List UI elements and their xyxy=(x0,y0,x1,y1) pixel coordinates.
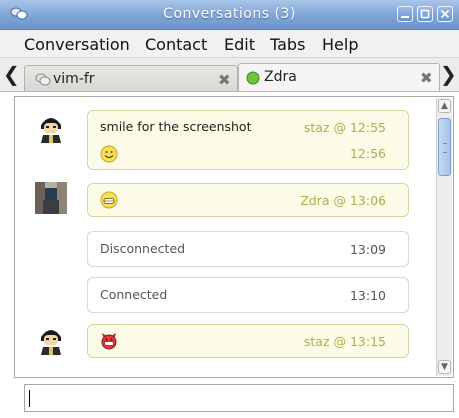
message-text: smile for the screenshot xyxy=(100,119,252,134)
scroll-down-icon[interactable]: ▼ xyxy=(438,360,451,374)
tab-close-icon[interactable]: ✖ xyxy=(218,71,231,89)
tab-scroll-right-icon[interactable]: ❯ xyxy=(440,63,457,85)
tab-scroll-left-icon[interactable]: ❮ xyxy=(3,63,20,85)
grin-emoticon xyxy=(100,191,118,209)
scroll-up-icon[interactable]: ▲ xyxy=(438,99,451,113)
window-title: Conversations (3) xyxy=(163,6,296,22)
minimize-button[interactable] xyxy=(397,6,413,22)
message-bubble: staz @ 13:15 xyxy=(87,324,409,358)
tab-bar: ❮ vim-fr ✖ Zdra ✖ ❯ xyxy=(0,58,459,92)
vertical-scrollbar[interactable]: ▲ ▼ xyxy=(436,98,452,376)
smile-emoticon xyxy=(100,145,118,163)
message-meta: staz @ 12:55 xyxy=(303,120,386,135)
staz-avatar xyxy=(41,118,61,143)
minimize-icon xyxy=(401,16,409,18)
message-meta: staz @ 13:15 xyxy=(303,334,386,349)
tab-close-icon[interactable]: ✖ xyxy=(420,69,433,87)
devil-emoticon xyxy=(101,333,117,350)
message-bubble: Zdra @ 13:06 xyxy=(87,183,409,217)
menu-tabs[interactable]: Tabs xyxy=(270,35,305,54)
scrollbar-thumb[interactable] xyxy=(438,118,451,176)
menu-contact[interactable]: Contact xyxy=(145,35,207,54)
tab-zdra[interactable]: Zdra ✖ xyxy=(238,63,440,91)
text-caret xyxy=(29,390,30,407)
maximize-icon xyxy=(420,9,430,19)
maximize-button[interactable] xyxy=(417,6,433,22)
message-meta: Zdra @ 13:06 xyxy=(300,193,386,208)
close-icon xyxy=(440,9,450,19)
status-text: Connected xyxy=(100,287,168,302)
message-meta: 12:56 xyxy=(349,146,386,161)
zdra-avatar xyxy=(35,182,67,214)
tab-label: vim-fr xyxy=(53,71,95,87)
status-time: 13:10 xyxy=(349,288,386,303)
title-bar: Conversations (3) xyxy=(0,0,459,30)
status-time: 13:09 xyxy=(349,242,386,257)
tab-vim-fr[interactable]: vim-fr ✖ xyxy=(24,65,238,91)
menu-bar: Conversation Contact Edit Tabs Help xyxy=(0,30,459,58)
menu-conversation[interactable]: Conversation xyxy=(24,35,130,54)
message-bubble: smile for the screenshot staz @ 12:55 12… xyxy=(87,110,409,170)
status-message: Connected 13:10 xyxy=(87,277,409,313)
grip-icon xyxy=(443,143,447,153)
message-input[interactable] xyxy=(24,384,454,412)
online-status-icon xyxy=(246,71,260,85)
staz-avatar xyxy=(41,330,61,355)
menu-help[interactable]: Help xyxy=(322,35,358,54)
status-message: Disconnected 13:09 xyxy=(87,231,409,267)
conversation-view[interactable]: smile for the screenshot staz @ 12:55 12… xyxy=(14,96,454,378)
chat-offline-icon xyxy=(35,73,51,86)
close-window-button[interactable] xyxy=(437,6,453,22)
menu-edit[interactable]: Edit xyxy=(224,35,255,54)
tab-label: Zdra xyxy=(264,69,297,85)
status-text: Disconnected xyxy=(100,241,186,256)
